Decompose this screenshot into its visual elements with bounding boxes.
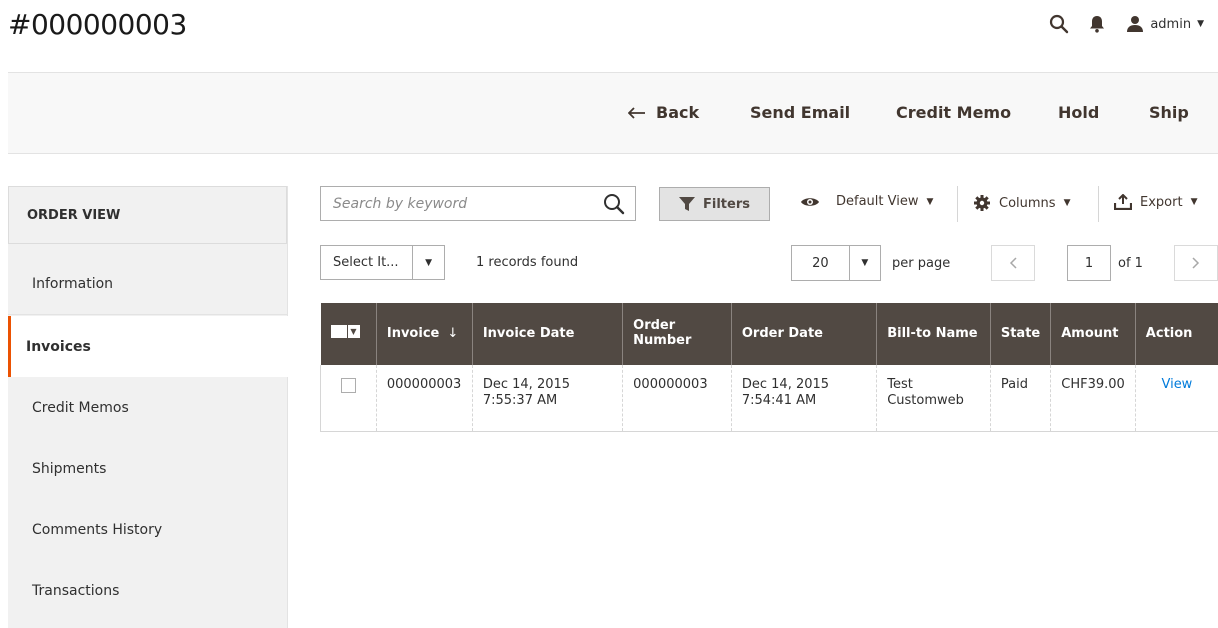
credit-memo-button[interactable]: Credit Memo [896,103,1011,122]
order-view-sidebar: ORDER VIEW Information Invoices Credit M… [8,186,288,628]
cell-order-date-line: Dec 14, 2015 [741,377,830,392]
cell-action: View [1135,365,1218,432]
sidebar-item-transactions[interactable]: Transactions [8,560,288,621]
chevron-left-icon [1009,257,1017,269]
gear-icon [974,195,990,211]
default-view-label: Default View [836,194,919,209]
page-title: #000000003 [8,8,187,41]
cell-bill-to-line: Customweb [887,392,964,408]
export-icon [1114,194,1132,210]
cell-invoice-time-line: 7:55:37 AM [482,392,558,408]
mass-select-header[interactable]: ▼ [320,303,377,365]
row-checkbox[interactable] [341,378,356,393]
cell-state: Paid [990,365,1052,432]
cell-invoice-date-line: Dec 14, 2015 [482,377,571,392]
export-dropdown[interactable]: Export ▼ [1114,194,1197,210]
cell-order-number: 000000003 [622,365,732,432]
column-header-order-number[interactable]: Order Number [622,303,732,365]
notifications-button[interactable] [1078,10,1116,38]
sort-down-icon: ↓ [447,325,459,341]
arrow-left-icon [628,106,645,119]
prev-page-button[interactable] [991,245,1035,281]
global-search-button[interactable] [1040,10,1078,38]
grid-header-row: ▼ Invoice ↓ Invoice Date Order Number Ord… [320,303,1218,365]
view-invoice-link[interactable]: View [1161,377,1192,392]
toolbar-divider [1098,186,1099,222]
bell-icon [1090,16,1105,33]
admin-user-menu[interactable]: admin ▼ [1126,15,1204,33]
funnel-icon [679,197,695,211]
column-header-invoice[interactable]: Invoice ↓ [376,303,473,365]
per-page-value: 20 [812,255,829,271]
column-header-action: Action [1135,303,1218,365]
columns-label: Columns [999,195,1056,211]
cell-order-date: Dec 14, 2015 7:54:41 AM [731,365,878,432]
filters-button[interactable]: Filters [659,187,770,221]
mass-select-checkbox[interactable]: ▼ [330,325,360,339]
chevron-right-icon [1192,257,1200,269]
row-select-cell [320,365,377,432]
column-header-state[interactable]: State [990,303,1052,365]
checkbox-icon [330,325,347,339]
chevron-down-icon: ▼ [347,325,360,339]
invoices-grid: ▼ Invoice ↓ Invoice Date Order Number Ord… [320,303,1218,432]
columns-dropdown[interactable]: Columns ▼ [973,194,1070,212]
cell-invoice-date: Dec 14, 2015 7:55:37 AM [472,365,624,432]
eye-icon [801,197,819,206]
sidebar-item-comments-history[interactable]: Comments History [8,499,288,560]
sidebar-item-information[interactable]: Information [8,254,288,315]
chevron-down-icon: ▼ [1190,197,1198,207]
per-page-select[interactable]: 20 ▼ [791,245,881,281]
default-view-dropdown[interactable]: Default View ▼ [800,194,933,209]
export-label: Export [1140,194,1183,210]
per-page-label: per page [892,256,951,271]
page-number-input[interactable] [1067,245,1111,281]
column-header-label: Invoice [386,325,440,341]
search-icon[interactable] [603,193,625,215]
search-input[interactable] [333,195,583,212]
hold-button[interactable]: Hold [1058,103,1099,122]
next-page-button[interactable] [1174,245,1218,281]
sidebar-title: ORDER VIEW [8,186,287,244]
admin-user-label: admin [1150,16,1192,32]
user-icon [1127,16,1144,32]
column-header-bill-to-name[interactable]: Bill-to Name [876,303,991,365]
cell-bill-to-name: Test Customweb [876,365,991,432]
chevron-down-icon: ▼ [1063,198,1071,208]
mass-action-select[interactable]: Select It... ▼ [320,245,445,280]
records-count: 1 records found [476,255,579,270]
cell-bill-to-line: Test [887,377,913,392]
chevron-down-icon[interactable]: ▼ [848,246,880,280]
chevron-down-icon: ▼ [1197,19,1204,29]
sidebar-item-shipments[interactable]: Shipments [8,438,288,499]
send-email-button[interactable]: Send Email [750,103,850,122]
page-actions-bar: Back Send Email Credit Memo Hold Ship [8,72,1218,154]
mass-action-label: Select It... [333,255,399,270]
cell-amount: CHF39.00 [1050,365,1136,432]
table-row: 000000003 Dec 14, 2015 7:55:37 AM 0000000… [320,365,1218,432]
header-actions: admin ▼ [1040,10,1204,38]
search-icon [1050,14,1069,34]
sidebar-item-credit-memos[interactable]: Credit Memos [8,377,288,438]
sidebar-item-invoices[interactable]: Invoices [8,316,288,377]
ship-button[interactable]: Ship [1149,103,1189,122]
chevron-down-icon[interactable]: ▼ [412,246,444,279]
filters-label: Filters [703,196,750,212]
toolbar-divider [957,186,958,222]
back-label: Back [656,103,700,122]
cell-invoice: 000000003 [376,365,473,432]
cell-order-time-line: 7:54:41 AM [741,392,817,408]
column-header-invoice-date[interactable]: Invoice Date [472,303,624,365]
chevron-down-icon: ▼ [926,196,934,207]
page-total: of 1 [1118,256,1143,271]
column-header-amount[interactable]: Amount [1050,303,1136,365]
keyword-search [320,186,636,221]
back-button[interactable]: Back [628,103,699,122]
column-header-order-date[interactable]: Order Date [731,303,878,365]
